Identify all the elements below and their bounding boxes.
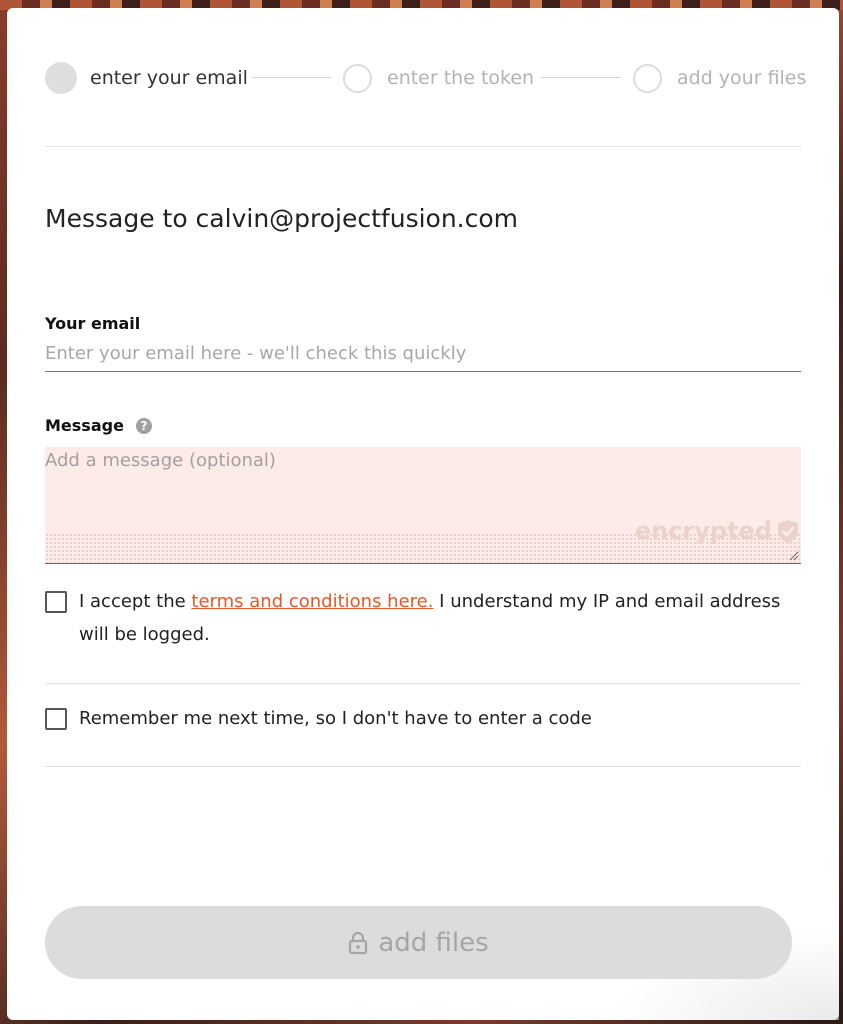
email-label: Your email <box>45 314 141 333</box>
lock-icon <box>349 931 368 954</box>
step-indicator-icon <box>343 63 372 93</box>
step-enter-email: enter your email <box>45 61 248 95</box>
add-files-label: add files <box>378 927 489 958</box>
message-box: encrypted <box>45 447 801 564</box>
remember-row: Remember me next time, so I don't have t… <box>45 707 801 735</box>
step-indicator-icon <box>633 63 662 93</box>
add-files-button[interactable]: add files <box>45 906 792 979</box>
terms-checkbox[interactable] <box>45 591 67 613</box>
form-title: Message to calvin@projectfusion.com <box>45 204 519 233</box>
step-add-files: add your files <box>633 61 806 95</box>
step-connector <box>541 77 621 78</box>
remember-text: Remember me next time, so I don't have t… <box>79 708 592 729</box>
step-label: add your files <box>677 67 807 89</box>
question-circle-icon[interactable]: ? <box>136 418 152 434</box>
terms-text-before: I accept the <box>79 591 192 612</box>
resize-handle-icon[interactable] <box>789 551 799 561</box>
email-field[interactable] <box>45 335 801 372</box>
divider <box>45 766 801 767</box>
divider <box>45 146 801 147</box>
terms-row: I accept the terms and conditions here. … <box>45 590 801 651</box>
message-textarea[interactable] <box>45 447 801 563</box>
progress-stepper: enter your email enter the token add you… <box>45 61 806 95</box>
step-indicator-active-icon <box>45 62 77 94</box>
terms-link[interactable]: terms and conditions here. <box>191 591 433 612</box>
step-label: enter your email <box>90 67 248 89</box>
upload-form-panel: enter your email enter the token add you… <box>7 8 839 1020</box>
divider <box>45 683 801 684</box>
message-label: Message <box>45 416 124 435</box>
step-label: enter the token <box>387 67 535 89</box>
terms-text: I accept the terms and conditions here. … <box>79 585 801 651</box>
step-connector <box>252 77 331 78</box>
remember-checkbox[interactable] <box>45 708 67 730</box>
step-enter-token: enter the token <box>343 61 534 95</box>
